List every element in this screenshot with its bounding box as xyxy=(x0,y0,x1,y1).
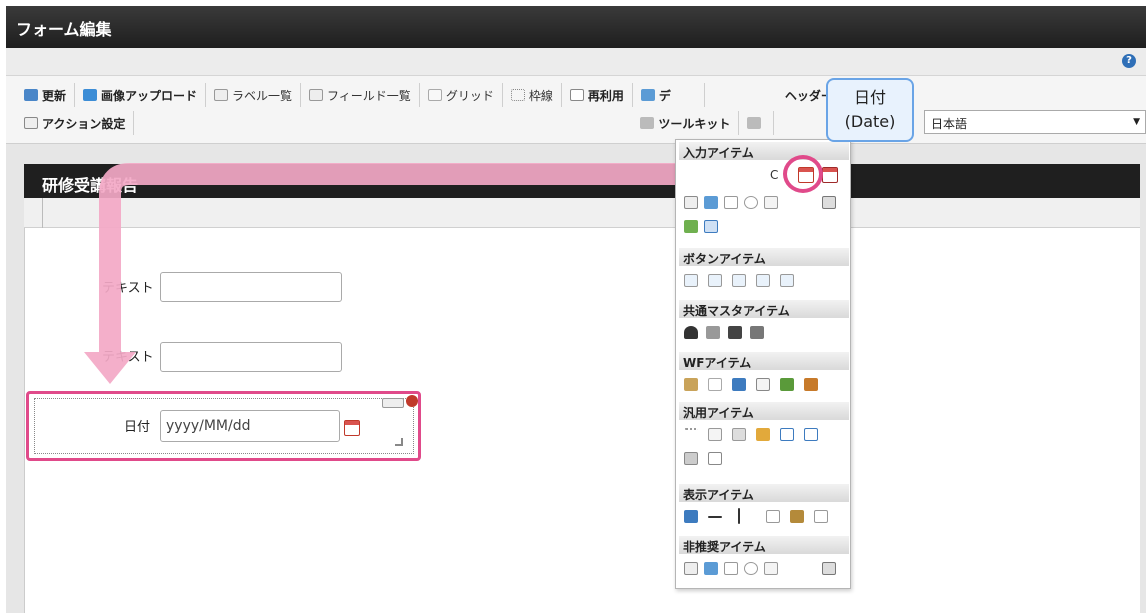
label-icon[interactable] xyxy=(684,510,698,523)
user-org-icon[interactable] xyxy=(728,326,742,339)
clipboard-icon[interactable] xyxy=(684,378,698,391)
palette-section-master: 共通マスタアイテム xyxy=(679,300,849,318)
separator-icon[interactable] xyxy=(684,428,698,441)
table-icon[interactable] xyxy=(822,196,836,209)
panel-icon[interactable] xyxy=(684,452,698,465)
button-prev-icon[interactable] xyxy=(756,274,770,287)
button-ok-icon[interactable] xyxy=(684,274,698,287)
deprecated-table-icon[interactable] xyxy=(822,562,836,575)
date-range-icon[interactable] xyxy=(822,167,838,183)
palette-section-wf: WFアイテム xyxy=(679,352,849,370)
button-next-icon[interactable] xyxy=(708,274,722,287)
user-icon[interactable] xyxy=(684,326,698,339)
vertical-line-icon[interactable] xyxy=(738,508,740,524)
callout-title: 日付 xyxy=(853,88,886,107)
item-palette: 入力アイテム C ボタンアイテム 共通マスタアイテム WFアイテム 汎用アイテム… xyxy=(675,139,851,589)
palette-section-general: 汎用アイテム xyxy=(679,402,849,420)
horizontal-line-icon[interactable] xyxy=(708,516,722,518)
upload-icon[interactable] xyxy=(684,220,698,233)
deprecated-listbox-icon[interactable] xyxy=(704,562,718,575)
checkbox-icon[interactable] xyxy=(724,196,738,209)
combobox-icon[interactable] xyxy=(684,196,698,209)
drag-arrow xyxy=(84,163,786,384)
date-item-highlight-ring xyxy=(783,155,823,193)
picture-icon[interactable] xyxy=(790,510,804,523)
palette-section-button: ボタンアイテム xyxy=(679,248,849,266)
listbox-icon[interactable] xyxy=(704,196,718,209)
select-icon[interactable] xyxy=(764,196,778,209)
box-icon[interactable] xyxy=(766,510,780,523)
image-icon[interactable] xyxy=(732,378,746,391)
deprecated-combobox-icon[interactable] xyxy=(684,562,698,575)
card-icon[interactable] xyxy=(708,452,722,465)
deprecated-checkbox-icon[interactable] xyxy=(724,562,738,575)
button-action-icon[interactable] xyxy=(780,274,794,287)
text-area-icon[interactable] xyxy=(708,428,722,441)
copy-icon[interactable] xyxy=(780,428,794,441)
palette-section-input: 入力アイテム xyxy=(679,142,849,160)
palette-section-deprecated: 非推奨アイテム xyxy=(679,536,849,554)
palette-section-display: 表示アイテム xyxy=(679,484,849,502)
org-group-icon[interactable] xyxy=(750,326,764,339)
attachment-icon[interactable] xyxy=(708,378,722,391)
approval-icon[interactable] xyxy=(780,378,794,391)
button-back-icon[interactable] xyxy=(732,274,746,287)
grid-item-icon[interactable] xyxy=(704,220,718,233)
organization-icon[interactable] xyxy=(706,326,720,339)
callout-subtitle: (Date) xyxy=(844,112,896,131)
stamp-icon[interactable] xyxy=(804,378,818,391)
deprecated-radio-icon[interactable] xyxy=(744,562,758,575)
camera-icon[interactable] xyxy=(732,428,746,441)
palette-input-glyph: C xyxy=(770,168,779,182)
download-icon[interactable] xyxy=(804,428,818,441)
radio-icon[interactable] xyxy=(744,196,758,209)
date-callout: 日付 (Date) xyxy=(826,78,914,142)
document-icon[interactable] xyxy=(756,378,770,391)
text-icon[interactable] xyxy=(814,510,828,523)
deprecated-select-icon[interactable] xyxy=(764,562,778,575)
key-icon[interactable] xyxy=(756,428,770,441)
